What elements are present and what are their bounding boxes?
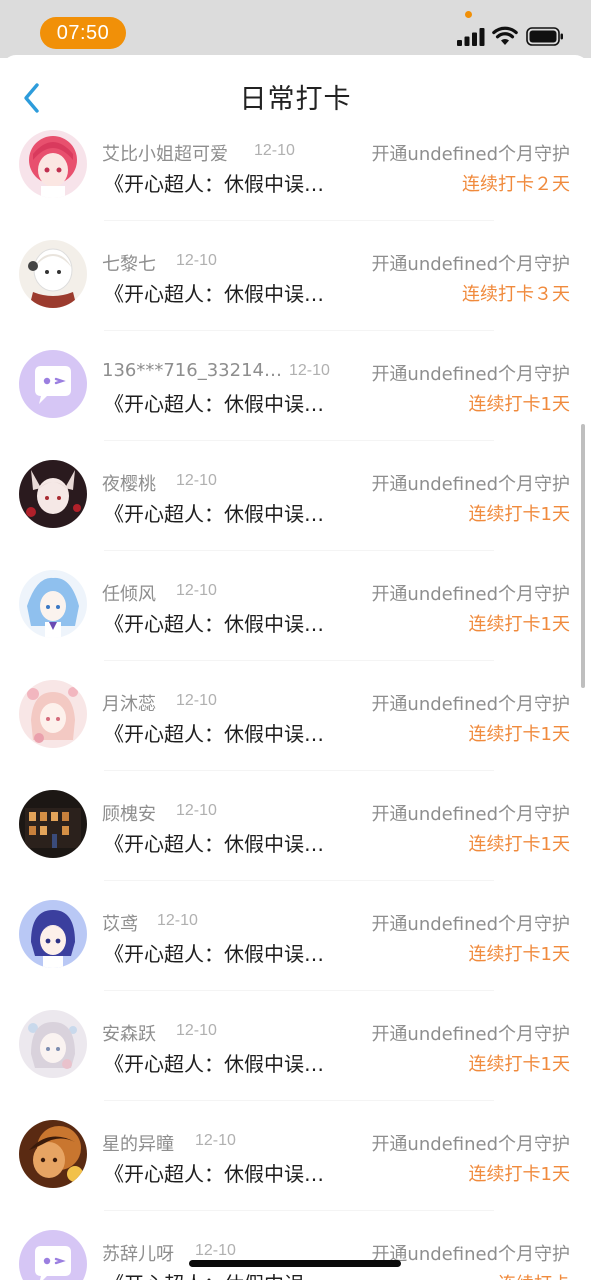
checkin-list-item[interactable]: 星的异瞳 12-10 开通undefined个月守护 《开心超人：休假中误… 连…	[4, 1120, 587, 1230]
checkin-list-item[interactable]: 顾槐安 12-10 开通undefined个月守护 《开心超人：休假中误… 连续…	[4, 790, 587, 900]
checkin-list-item[interactable]: 136***716_33214… 12-10 开通undefined个月守护 《…	[4, 350, 587, 460]
post-date: 12-10	[176, 692, 217, 709]
guard-status: 开通undefined个月守护	[371, 1244, 570, 1265]
post-date: 12-10	[176, 472, 217, 489]
streak-count: 连续打卡1天	[468, 394, 570, 415]
guard-status: 开通undefined个月守护	[371, 1024, 570, 1045]
post-title[interactable]: 《开心超人：休假中误…	[104, 278, 324, 307]
wifi-icon	[492, 26, 518, 45]
user-name[interactable]: 星的异瞳	[102, 1130, 174, 1156]
navigation-bar: 日常打卡	[2, 55, 589, 130]
post-date: 12-10	[176, 582, 217, 599]
scrollbar[interactable]	[581, 424, 585, 688]
guard-status: 开通undefined个月守护	[371, 914, 570, 935]
post-title[interactable]: 《开心超人：休假中误…	[104, 1158, 324, 1187]
avatar[interactable]	[19, 350, 87, 418]
post-title[interactable]: 《开心超人：休假中误…	[104, 718, 324, 747]
checkin-list-item[interactable]: 夜樱桃 12-10 开通undefined个月守护 《开心超人：休假中误… 连续…	[4, 460, 587, 570]
page-title: 日常打卡	[239, 84, 352, 115]
streak-count: 连续打卡1天	[468, 1054, 570, 1075]
user-name[interactable]: 苡鸢	[102, 910, 138, 936]
status-time: 07:50	[40, 17, 126, 49]
avatar[interactable]	[19, 900, 87, 968]
row-divider	[104, 1100, 494, 1101]
avatar[interactable]	[19, 570, 87, 638]
guard-status: 开通undefined个月守护	[371, 694, 570, 715]
post-title[interactable]: 《开心超人：休假中误…	[104, 828, 324, 857]
user-name[interactable]: 任倾风	[102, 580, 156, 606]
post-title[interactable]: 《开心超人：休假中误…	[104, 168, 324, 197]
streak-count: 连续打卡1天	[468, 1164, 570, 1185]
post-date: 12-10	[254, 142, 295, 159]
checkin-list[interactable]: 艾比小姐超可爱 12-10 开通undefined个月守护 《开心超人：休假中误…	[4, 130, 587, 1280]
row-divider	[104, 550, 494, 551]
user-name[interactable]: 顾槐安	[102, 800, 156, 826]
privacy-indicator-dot	[465, 11, 472, 18]
user-name[interactable]: 苏辞儿呀	[102, 1240, 174, 1266]
user-name[interactable]: 夜樱桃	[102, 470, 156, 496]
post-title[interactable]: 《开心超人：休假中误…	[104, 388, 324, 417]
home-indicator[interactable]	[189, 1260, 401, 1267]
avatar[interactable]	[19, 1010, 87, 1078]
row-divider	[104, 990, 494, 991]
user-name[interactable]: 136***716_33214…	[102, 360, 282, 381]
post-date: 12-10	[176, 1022, 217, 1039]
guard-status: 开通undefined个月守护	[371, 364, 570, 385]
post-date: 12-10	[195, 1242, 236, 1259]
streak-count: 连续打卡1天	[468, 944, 570, 965]
streak-count: 连续打卡1天	[468, 834, 570, 855]
streak-count: 连续打卡1天	[468, 724, 570, 745]
row-divider	[104, 660, 494, 661]
streak-count: 连续打卡	[498, 1270, 570, 1280]
post-title[interactable]: 《开心超人：休假中误…	[104, 1268, 324, 1280]
post-title[interactable]: 《开心超人：休假中误…	[104, 498, 324, 527]
streak-count: 连续打卡1天	[468, 614, 570, 635]
row-divider	[104, 880, 494, 881]
avatar[interactable]	[19, 1120, 87, 1188]
guard-status: 开通undefined个月守护	[371, 804, 570, 825]
row-divider	[104, 330, 494, 331]
avatar[interactable]	[19, 790, 87, 858]
streak-count: 连续打卡２天	[462, 174, 570, 195]
checkin-list-item[interactable]: 艾比小姐超可爱 12-10 开通undefined个月守护 《开心超人：休假中误…	[4, 130, 587, 240]
user-name[interactable]: 月沐蕊	[102, 690, 156, 716]
checkin-list-item[interactable]: 苡鸢 12-10 开通undefined个月守护 《开心超人：休假中误… 连续打…	[4, 900, 587, 1010]
row-divider	[104, 220, 494, 221]
avatar[interactable]	[19, 130, 87, 198]
checkin-list-item[interactable]: 任倾风 12-10 开通undefined个月守护 《开心超人：休假中误… 连续…	[4, 570, 587, 680]
row-divider	[104, 770, 494, 771]
user-name[interactable]: 七黎七	[102, 250, 156, 276]
post-date: 12-10	[195, 1132, 236, 1149]
cellular-signal-icon	[457, 28, 485, 46]
post-title[interactable]: 《开心超人：休假中误…	[104, 938, 324, 967]
row-divider	[104, 440, 494, 441]
status-bar: 07:50	[0, 0, 591, 58]
guard-status: 开通undefined个月守护	[371, 474, 570, 495]
guard-status: 开通undefined个月守护	[371, 144, 570, 165]
screen: 07:50 日常打卡 艾比小姐超可爱 12-10 开通undefined个月守护…	[0, 0, 591, 1280]
user-name[interactable]: 艾比小姐超可爱	[102, 140, 228, 166]
checkin-list-item[interactable]: 安森跃 12-10 开通undefined个月守护 《开心超人：休假中误… 连续…	[4, 1010, 587, 1120]
post-date: 12-10	[176, 252, 217, 269]
guard-status: 开通undefined个月守护	[371, 254, 570, 275]
battery-icon	[526, 27, 563, 46]
streak-count: 连续打卡1天	[468, 504, 570, 525]
post-date: 12-10	[176, 802, 217, 819]
avatar[interactable]	[19, 240, 87, 308]
streak-count: 连续打卡３天	[462, 284, 570, 305]
guard-status: 开通undefined个月守护	[371, 584, 570, 605]
post-date: 12-10	[289, 362, 330, 379]
user-name[interactable]: 安森跃	[102, 1020, 156, 1046]
post-date: 12-10	[157, 912, 198, 929]
guard-status: 开通undefined个月守护	[371, 1134, 570, 1155]
avatar[interactable]	[19, 1230, 87, 1280]
post-title[interactable]: 《开心超人：休假中误…	[104, 608, 324, 637]
post-title[interactable]: 《开心超人：休假中误…	[104, 1048, 324, 1077]
row-divider	[104, 1210, 494, 1211]
checkin-list-item[interactable]: 月沐蕊 12-10 开通undefined个月守护 《开心超人：休假中误… 连续…	[4, 680, 587, 790]
checkin-list-item[interactable]: 七黎七 12-10 开通undefined个月守护 《开心超人：休假中误… 连续…	[4, 240, 587, 350]
avatar[interactable]	[19, 460, 87, 528]
checkin-list-item[interactable]: 苏辞儿呀 12-10 开通undefined个月守护 《开心超人：休假中误… 连…	[4, 1230, 587, 1280]
avatar[interactable]	[19, 680, 87, 748]
